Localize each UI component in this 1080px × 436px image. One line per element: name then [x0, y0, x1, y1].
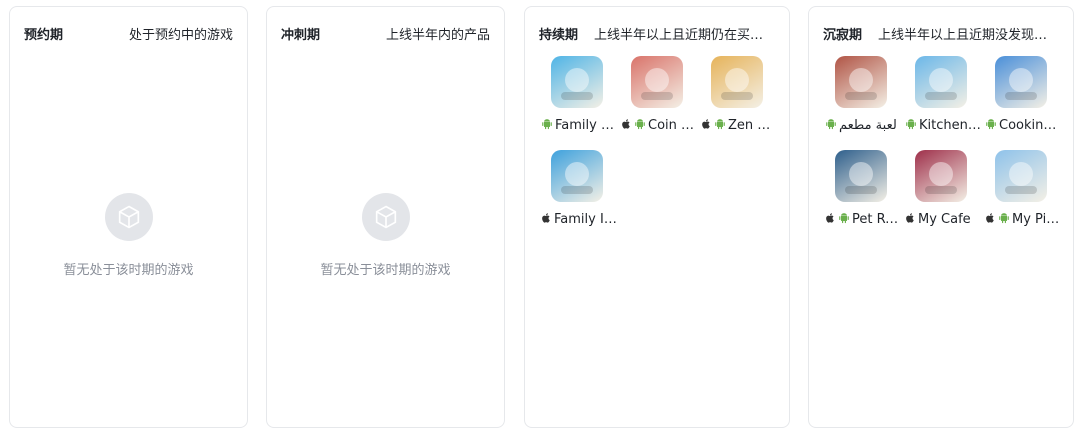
game-label: Coin Master: [617, 118, 697, 135]
panel-description: 上线半年以上且近期没发现买量的游戏: [878, 27, 1059, 43]
game-name: Pet Rescue: [852, 212, 901, 227]
game-item[interactable]: Pet Rescue: [821, 150, 901, 229]
panel-description: 上线半年以上且近期仍在买量的游戏: [594, 27, 775, 43]
game-item[interactable]: My Pizzeria: [981, 150, 1061, 229]
game-icon-cafe[interactable]: [915, 150, 967, 202]
game-icon-zen[interactable]: [711, 56, 763, 108]
panel-sustained: 持续期 上线半年以上且近期仍在买量的游戏 Family Island Coin M…: [524, 6, 790, 428]
box-icon: [361, 193, 410, 241]
game-label: Pet Rescue: [821, 212, 901, 229]
android-icon: [905, 118, 917, 135]
apple-icon: [541, 212, 552, 229]
game-item[interactable]: Coin Master: [617, 56, 697, 135]
panel-header: 冲刺期 上线半年内的产品: [281, 23, 490, 43]
game-name: Coin Master: [648, 118, 697, 133]
empty-message: 暂无处于该时期的游戏: [320, 263, 451, 278]
game-label: Zen Match: [697, 118, 777, 135]
game-icon-drink[interactable]: [835, 56, 887, 108]
panel-header: 预约期 处于预约中的游戏: [24, 23, 233, 43]
panel-description: 处于预约中的游戏: [128, 27, 233, 43]
panel-header: 沉寂期 上线半年以上且近期没发现买量的游戏: [823, 23, 1059, 43]
game-label: لعبة مطعم: [821, 118, 901, 135]
game-label: My Pizzeria: [981, 212, 1061, 229]
android-icon: [985, 118, 997, 135]
panel-title: 预约期: [24, 27, 64, 43]
game-label: Family Island: [537, 212, 617, 229]
game-icon-cooking[interactable]: [995, 56, 1047, 108]
game-icon-pizzeria[interactable]: [995, 150, 1047, 202]
game-name: Zen Match: [728, 118, 777, 133]
game-name: My Pizzeria: [1012, 212, 1061, 227]
game-name: Kitchen Fever: [919, 118, 981, 133]
panel-sprint: 冲刺期 上线半年内的产品 暂无处于该时期的游戏: [266, 6, 505, 428]
android-icon: [825, 118, 837, 135]
game-icon-kitchen[interactable]: [915, 56, 967, 108]
game-item[interactable]: Cooking Madness: [981, 56, 1061, 135]
android-icon: [714, 118, 726, 135]
panel-description: 上线半年内的产品: [385, 27, 490, 43]
apple-icon: [825, 212, 836, 229]
game-item[interactable]: My Cafe: [901, 150, 981, 229]
android-icon: [998, 212, 1010, 229]
empty-state: 暂无处于该时期的游戏: [267, 193, 504, 278]
game-item[interactable]: Family Island: [537, 150, 617, 229]
panel-title: 冲刺期: [281, 27, 321, 43]
panel-title: 沉寂期: [823, 27, 863, 43]
game-label: My Cafe: [901, 212, 981, 229]
android-icon: [838, 212, 850, 229]
panel-title: 持续期: [539, 27, 579, 43]
android-icon: [541, 118, 553, 135]
box-icon: [104, 193, 153, 241]
game-label: Family Island: [537, 118, 617, 135]
game-name: Cooking Madness: [999, 118, 1061, 133]
apple-icon: [621, 118, 632, 135]
game-name: Family Island: [555, 118, 617, 133]
game-item[interactable]: Family Island: [537, 56, 617, 135]
game-label: Cooking Madness: [981, 118, 1061, 135]
apple-icon: [985, 212, 996, 229]
panel-dormant: 沉寂期 上线半年以上且近期没发现买量的游戏 لعبة مطعم Kitchen F…: [808, 6, 1074, 428]
empty-message: 暂无处于该时期的游戏: [63, 263, 194, 278]
game-item[interactable]: Kitchen Fever: [901, 56, 981, 135]
game-name: My Cafe: [918, 212, 971, 227]
game-name: لعبة مطعم: [839, 118, 897, 133]
android-icon: [634, 118, 646, 135]
game-icon-family-island[interactable]: [551, 56, 603, 108]
game-icon-family-island-2[interactable]: [551, 150, 603, 202]
panel-reservation: 预约期 处于预约中的游戏 暂无处于该时期的游戏: [9, 6, 248, 428]
game-item[interactable]: لعبة مطعم: [821, 56, 901, 135]
game-item[interactable]: Zen Match: [697, 56, 777, 135]
apple-icon: [905, 212, 916, 229]
game-name: Family Island: [554, 212, 617, 227]
apple-icon: [701, 118, 712, 135]
game-label: Kitchen Fever: [901, 118, 981, 135]
panel-header: 持续期 上线半年以上且近期仍在买量的游戏: [539, 23, 775, 43]
game-icon-coin-master[interactable]: [631, 56, 683, 108]
empty-state: 暂无处于该时期的游戏: [10, 193, 247, 278]
game-icon-raccoon[interactable]: [835, 150, 887, 202]
